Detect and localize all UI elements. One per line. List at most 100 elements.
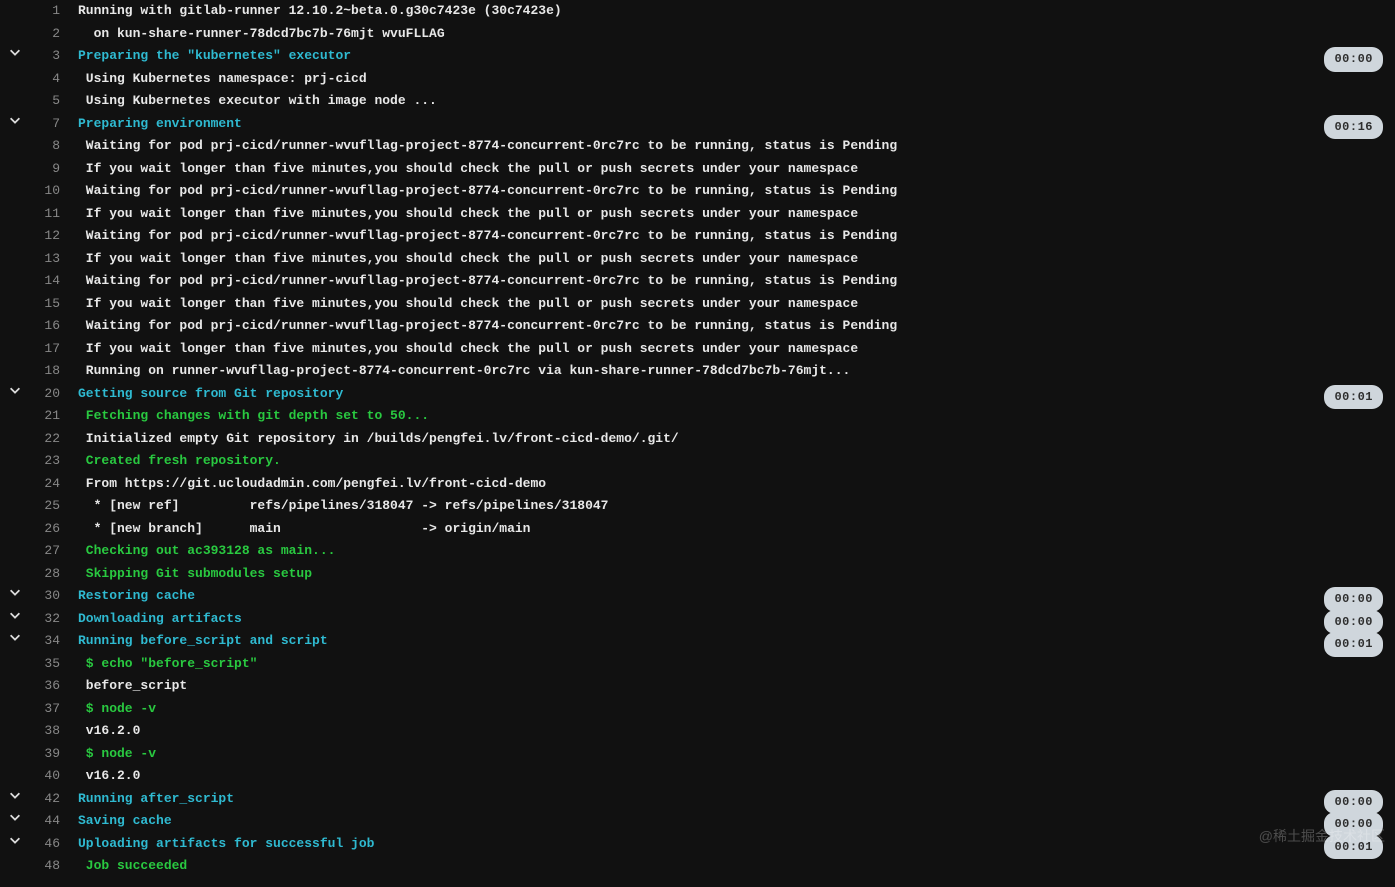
log-section-header[interactable]: 7Preparing environment00:16 <box>0 113 1395 136</box>
log-line: 1Running with gitlab-runner 12.10.2~beta… <box>0 0 1395 23</box>
log-text: Waiting for pod prj-cicd/runner-wvufllag… <box>64 180 1395 203</box>
line-number[interactable]: 48 <box>30 855 64 878</box>
line-number[interactable]: 46 <box>30 833 64 856</box>
line-number[interactable]: 8 <box>30 135 64 158</box>
log-text: Running with gitlab-runner 12.10.2~beta.… <box>64 0 1395 23</box>
log-line: 23 Created fresh repository. <box>0 450 1395 473</box>
chevron-down-icon[interactable] <box>8 833 22 847</box>
log-section-header[interactable]: 30Restoring cache00:00 <box>0 585 1395 608</box>
chevron-down-icon[interactable] <box>8 45 22 59</box>
line-number[interactable]: 4 <box>30 68 64 91</box>
log-text: Waiting for pod prj-cicd/runner-wvufllag… <box>64 315 1395 338</box>
log-text: If you wait longer than five minutes,you… <box>64 158 1395 181</box>
line-number[interactable]: 17 <box>30 338 64 361</box>
log-text: If you wait longer than five minutes,you… <box>64 248 1395 271</box>
line-number[interactable]: 32 <box>30 608 64 631</box>
chevron-down-icon[interactable] <box>8 810 22 824</box>
line-number[interactable]: 3 <box>30 45 64 68</box>
line-number[interactable]: 42 <box>30 788 64 811</box>
line-number[interactable]: 25 <box>30 495 64 518</box>
log-line: 8 Waiting for pod prj-cicd/runner-wvufll… <box>0 135 1395 158</box>
toggle-column <box>0 608 30 622</box>
log-section-header[interactable]: 34Running before_script and script00:01 <box>0 630 1395 653</box>
log-text: Waiting for pod prj-cicd/runner-wvufllag… <box>64 135 1395 158</box>
job-log: 1Running with gitlab-runner 12.10.2~beta… <box>0 0 1395 878</box>
log-section-header[interactable]: 44Saving cache00:00 <box>0 810 1395 833</box>
log-text: v16.2.0 <box>64 720 1395 743</box>
log-text: If you wait longer than five minutes,you… <box>64 338 1395 361</box>
line-number[interactable]: 35 <box>30 653 64 676</box>
log-section-header[interactable]: 3Preparing the "kubernetes" executor00:0… <box>0 45 1395 68</box>
log-section-header[interactable]: 32Downloading artifacts00:00 <box>0 608 1395 631</box>
line-number[interactable]: 13 <box>30 248 64 271</box>
line-number[interactable]: 2 <box>30 23 64 46</box>
log-section-header[interactable]: 42Running after_script00:00 <box>0 788 1395 811</box>
line-number[interactable]: 38 <box>30 720 64 743</box>
line-number[interactable]: 18 <box>30 360 64 383</box>
log-line: 14 Waiting for pod prj-cicd/runner-wvufl… <box>0 270 1395 293</box>
log-text: Running after_script <box>64 788 1395 811</box>
log-line: 40 v16.2.0 <box>0 765 1395 788</box>
log-text: From https://git.ucloudadmin.com/pengfei… <box>64 473 1395 496</box>
chevron-down-icon[interactable] <box>8 585 22 599</box>
log-line: 27 Checking out ac393128 as main... <box>0 540 1395 563</box>
log-section-header[interactable]: 46Uploading artifacts for successful job… <box>0 833 1395 856</box>
log-text: Initialized empty Git repository in /bui… <box>64 428 1395 451</box>
line-number[interactable]: 7 <box>30 113 64 136</box>
log-text: Using Kubernetes namespace: prj-cicd <box>64 68 1395 91</box>
line-number[interactable]: 14 <box>30 270 64 293</box>
log-text: $ node -v <box>64 743 1395 766</box>
log-line: 22 Initialized empty Git repository in /… <box>0 428 1395 451</box>
line-number[interactable]: 21 <box>30 405 64 428</box>
log-line: 9 If you wait longer than five minutes,y… <box>0 158 1395 181</box>
line-number[interactable]: 34 <box>30 630 64 653</box>
log-line: 17 If you wait longer than five minutes,… <box>0 338 1395 361</box>
log-text: v16.2.0 <box>64 765 1395 788</box>
line-number[interactable]: 27 <box>30 540 64 563</box>
log-text: Job succeeded <box>64 855 1395 878</box>
line-number[interactable]: 30 <box>30 585 64 608</box>
log-text: * [new branch] main -> origin/main <box>64 518 1395 541</box>
line-number[interactable]: 9 <box>30 158 64 181</box>
log-text: Getting source from Git repository <box>64 383 1395 406</box>
toggle-column <box>0 585 30 599</box>
line-number[interactable]: 40 <box>30 765 64 788</box>
line-number[interactable]: 28 <box>30 563 64 586</box>
line-number[interactable]: 5 <box>30 90 64 113</box>
toggle-column <box>0 833 30 847</box>
line-number[interactable]: 10 <box>30 180 64 203</box>
log-line: 24 From https://git.ucloudadmin.com/peng… <box>0 473 1395 496</box>
line-number[interactable]: 39 <box>30 743 64 766</box>
chevron-down-icon[interactable] <box>8 113 22 127</box>
line-number[interactable]: 37 <box>30 698 64 721</box>
line-number[interactable]: 1 <box>30 0 64 23</box>
line-number[interactable]: 12 <box>30 225 64 248</box>
line-number[interactable]: 20 <box>30 383 64 406</box>
line-number[interactable]: 36 <box>30 675 64 698</box>
chevron-down-icon[interactable] <box>8 630 22 644</box>
line-number[interactable]: 24 <box>30 473 64 496</box>
chevron-down-icon[interactable] <box>8 788 22 802</box>
line-number[interactable]: 44 <box>30 810 64 833</box>
log-text: Running before_script and script <box>64 630 1395 653</box>
log-text: Using Kubernetes executor with image nod… <box>64 90 1395 113</box>
log-line: 26 * [new branch] main -> origin/main <box>0 518 1395 541</box>
toggle-column <box>0 630 30 644</box>
log-line: 37 $ node -v <box>0 698 1395 721</box>
log-line: 2 on kun-share-runner-78dcd7bc7b-76mjt w… <box>0 23 1395 46</box>
line-number[interactable]: 26 <box>30 518 64 541</box>
line-number[interactable]: 11 <box>30 203 64 226</box>
line-number[interactable]: 22 <box>30 428 64 451</box>
toggle-column <box>0 810 30 824</box>
log-line: 35 $ echo "before_script" <box>0 653 1395 676</box>
log-line: 4 Using Kubernetes namespace: prj-cicd <box>0 68 1395 91</box>
chevron-down-icon[interactable] <box>8 383 22 397</box>
line-number[interactable]: 15 <box>30 293 64 316</box>
line-number[interactable]: 16 <box>30 315 64 338</box>
log-text: Saving cache <box>64 810 1395 833</box>
line-number[interactable]: 23 <box>30 450 64 473</box>
chevron-down-icon[interactable] <box>8 608 22 622</box>
log-text: Checking out ac393128 as main... <box>64 540 1395 563</box>
log-section-header[interactable]: 20Getting source from Git repository00:0… <box>0 383 1395 406</box>
log-line: 18 Running on runner-wvufllag-project-87… <box>0 360 1395 383</box>
